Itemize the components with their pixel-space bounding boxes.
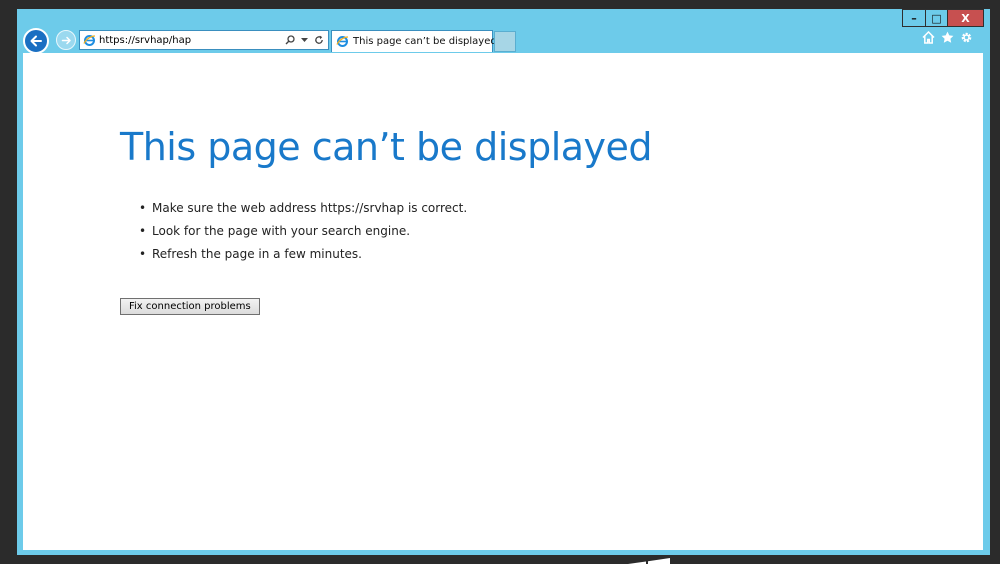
windows-logo-icon (628, 558, 670, 564)
page-title: This page can’t be displayed (120, 125, 653, 169)
search-icon[interactable] (285, 35, 295, 45)
suggestion-list: Make sure the web address https://srvhap… (137, 200, 467, 269)
address-bar[interactable] (79, 30, 329, 50)
maximize-button[interactable]: □ (925, 9, 948, 27)
ie-icon (336, 36, 349, 47)
list-item: Make sure the web address https://srvhap… (137, 200, 467, 223)
back-icon (30, 35, 42, 47)
new-tab-button[interactable] (494, 31, 516, 52)
command-icons (922, 31, 973, 44)
favorites-icon[interactable] (941, 31, 954, 44)
forward-icon (61, 36, 71, 44)
page-content: This page can’t be displayed Make sure t… (23, 53, 983, 550)
browser-window: – □ X https://srvhap/hap This page can’t… (17, 9, 990, 555)
tab-error-page[interactable]: This page can’t be displayed ✕ (331, 30, 506, 52)
ie-icon (83, 34, 96, 46)
refresh-icon[interactable] (314, 35, 324, 45)
fix-connection-button[interactable]: Fix connection problems (120, 298, 260, 315)
settings-icon[interactable] (960, 31, 973, 44)
list-item: Refresh the page in a few minutes. (137, 246, 467, 269)
list-item: Look for the page with your search engin… (137, 223, 467, 246)
tab-label: This page can’t be displayed (353, 36, 497, 47)
dropdown-icon[interactable] (301, 37, 308, 43)
home-icon[interactable] (922, 31, 935, 44)
forward-button[interactable] (56, 30, 76, 50)
back-button[interactable] (23, 28, 49, 54)
address-input[interactable] (99, 34, 279, 46)
close-window-button[interactable]: X (947, 9, 984, 27)
minimize-button[interactable]: – (902, 9, 926, 27)
